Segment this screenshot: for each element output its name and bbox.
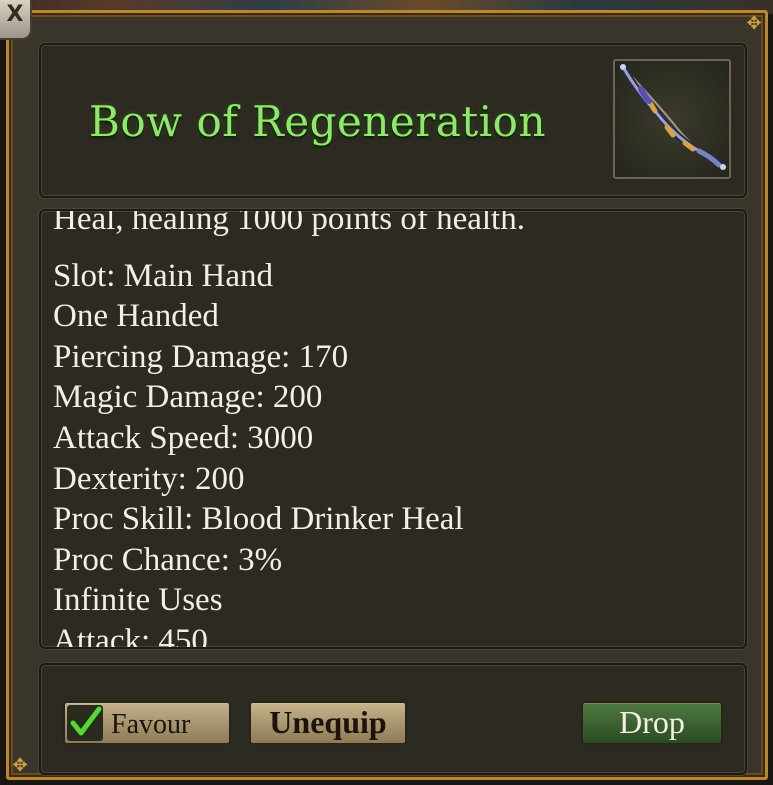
bow-icon [619, 63, 727, 171]
stat-proc-skill: Proc Skill: Blood Drinker Heal [53, 501, 464, 538]
description-line: Heal, healing 1000 points of health. [53, 209, 525, 237]
stat-slot: Slot: Main Hand [53, 257, 273, 294]
item-name: Bow of Regeneration [89, 97, 547, 146]
close-button[interactable]: X [0, 0, 32, 40]
stat-uses: Infinite Uses [53, 582, 223, 619]
stat-attack-speed: Attack Speed: 3000 [53, 419, 314, 456]
title-panel: Bow of Regeneration [39, 43, 747, 198]
item-details-dialog: ✥ ✥ Bow of Regeneration Heal, healing 10… [6, 10, 768, 780]
drop-button[interactable]: Drop [581, 701, 723, 745]
description-list: Heal, healing 1000 points of health. Slo… [53, 209, 735, 649]
unequip-button[interactable]: Unequip [249, 701, 407, 745]
action-button-bar: Favour Unequip Drop [39, 663, 747, 775]
stat-magic-damage: Magic Damage: 200 [53, 379, 323, 416]
stat-dexterity: Dexterity: 200 [53, 460, 245, 497]
favour-label: Favour [111, 709, 191, 740]
corner-ornament-icon: ✥ [746, 13, 762, 34]
corner-ornament-icon: ✥ [12, 755, 28, 776]
item-icon-slot [613, 59, 731, 179]
stat-piercing-damage: Piercing Damage: 170 [53, 338, 349, 375]
stat-proc-chance: Proc Chance: 3% [53, 541, 283, 578]
stat-attack: Attack: 450 [53, 622, 208, 649]
favour-checkbox[interactable] [67, 705, 103, 741]
stat-handedness: One Handed [53, 298, 219, 335]
item-description-panel[interactable]: Heal, healing 1000 points of health. Slo… [39, 209, 747, 649]
favour-toggle-button[interactable]: Favour [63, 701, 231, 745]
checkmark-icon [69, 705, 103, 737]
